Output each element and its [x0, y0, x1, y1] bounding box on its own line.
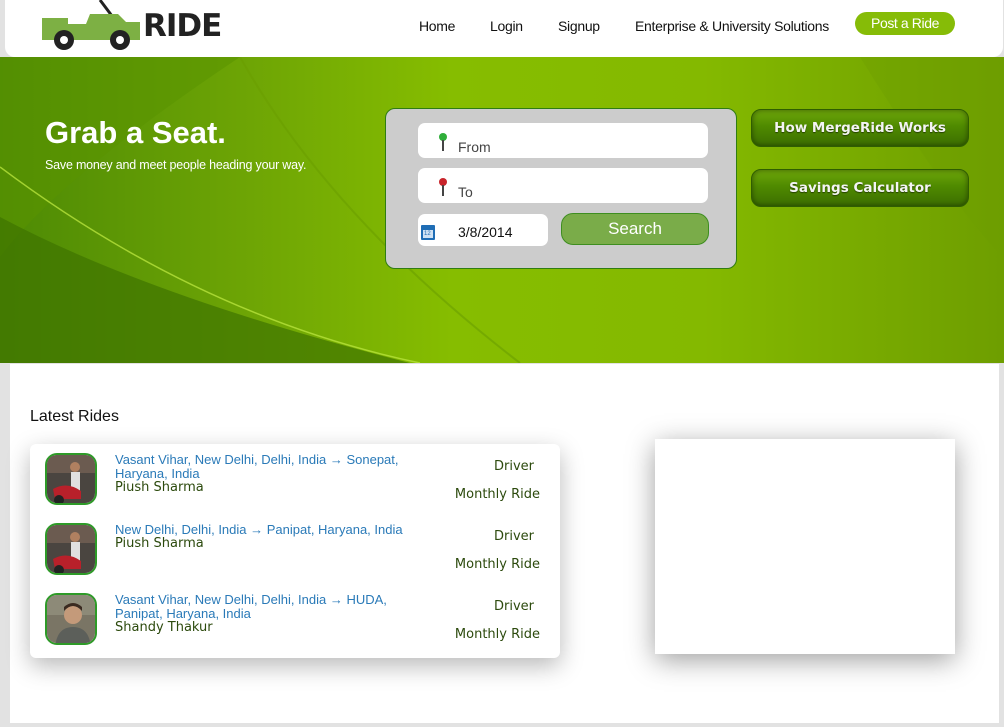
ride-route[interactable]: Vasant Vihar, New Delhi, Delhi, India → … — [115, 453, 435, 495]
from-placeholder: From — [458, 139, 491, 155]
ride-search-form: From To 12 3/8/2014 Search — [385, 108, 737, 269]
date-value: 3/8/2014 — [458, 224, 513, 240]
avatar[interactable] — [45, 453, 97, 505]
ride-role: Driver — [493, 459, 534, 474]
ride-route[interactable]: New Delhi, Delhi, India → Panipat, Harya… — [115, 523, 435, 551]
main-nav: Home Login Signup Enterprise & Universit… — [5, 18, 1003, 38]
search-button[interactable]: Search — [561, 213, 709, 245]
ride-frequency: Monthly Ride — [454, 487, 540, 502]
how-it-works-button[interactable]: How MergeRide Works — [751, 109, 969, 147]
hero-subtitle: Save money and meet people heading your … — [45, 158, 307, 172]
main-content: Latest Rides Vasant Vihar, New Delhi, De… — [10, 364, 999, 723]
red-pin-icon — [438, 178, 448, 198]
date-input[interactable]: 12 3/8/2014 — [418, 214, 548, 246]
driver-name: Piush Sharma — [115, 480, 204, 495]
nav-signup[interactable]: Signup — [558, 18, 600, 34]
nav-home[interactable]: Home — [419, 18, 455, 34]
post-ride-button[interactable]: Post a Ride — [855, 12, 955, 35]
calendar-icon[interactable]: 12 — [421, 225, 435, 240]
ride-role: Driver — [493, 529, 534, 544]
nav-enterprise-solutions[interactable]: Enterprise & University Solutions — [635, 18, 829, 34]
savings-calculator-button[interactable]: Savings Calculator — [751, 169, 969, 207]
page: RIDE Home Login Signup Enterprise & Univ… — [0, 0, 1004, 727]
nav-login[interactable]: Login — [490, 18, 523, 34]
driver-name: Piush Sharma — [115, 536, 204, 551]
green-pin-icon — [438, 133, 448, 153]
latest-rides-list: Vasant Vihar, New Delhi, Delhi, India → … — [30, 444, 560, 658]
hero-banner: Grab a Seat. Save money and meet people … — [0, 57, 1004, 363]
to-placeholder: To — [458, 184, 473, 200]
header: RIDE Home Login Signup Enterprise & Univ… — [5, 0, 1003, 57]
to-input[interactable]: To — [418, 168, 708, 203]
hero-title: Grab a Seat. — [45, 115, 226, 150]
from-input[interactable]: From — [418, 123, 708, 158]
ride-item[interactable]: Vasant Vihar, New Delhi, Delhi, India → … — [30, 584, 560, 654]
avatar[interactable] — [45, 593, 97, 645]
ride-frequency: Monthly Ride — [454, 627, 540, 642]
ride-role: Driver — [493, 599, 534, 614]
ride-frequency: Monthly Ride — [454, 557, 540, 572]
avatar[interactable] — [45, 523, 97, 575]
driver-name: Shandy Thakur — [115, 620, 213, 635]
ride-route[interactable]: Vasant Vihar, New Delhi, Delhi, India → … — [115, 593, 435, 635]
latest-rides-heading: Latest Rides — [30, 408, 119, 425]
ride-item[interactable]: New Delhi, Delhi, India → Panipat, Harya… — [30, 514, 560, 584]
empty-ad-panel — [655, 439, 955, 654]
ride-item[interactable]: Vasant Vihar, New Delhi, Delhi, India → … — [30, 444, 560, 514]
